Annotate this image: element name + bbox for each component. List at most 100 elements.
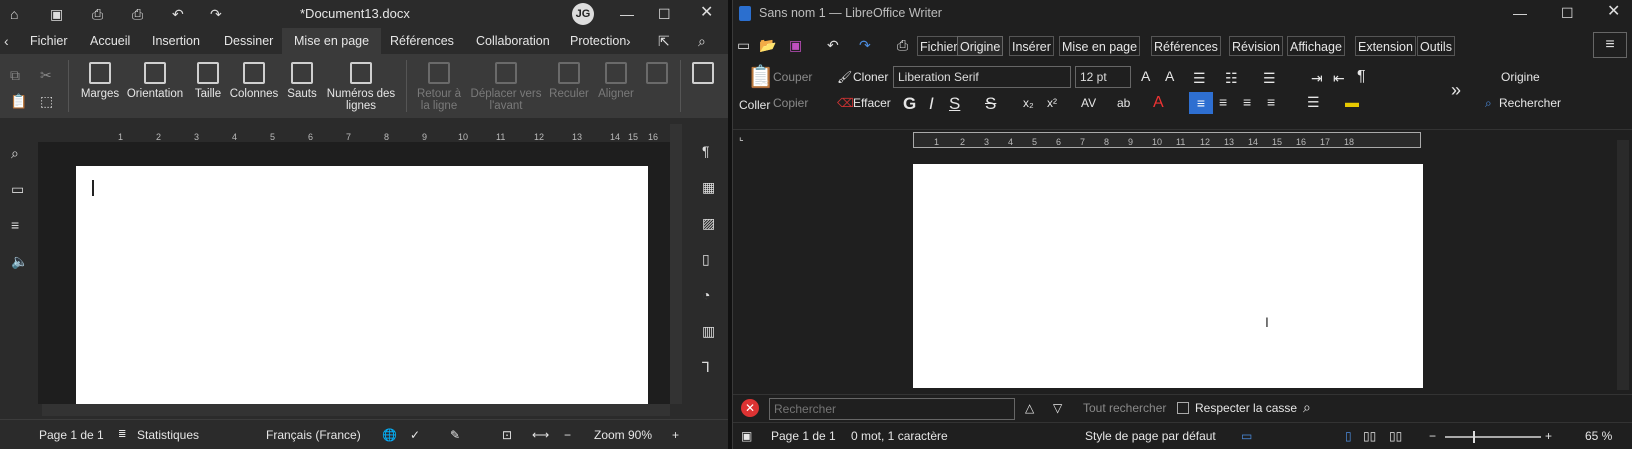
text-frame-button[interactable] (688, 62, 718, 88)
align-button[interactable]: Aligner (594, 62, 638, 100)
zoom-out-icon[interactable]: − (564, 420, 571, 449)
size-button[interactable]: Taille (190, 62, 226, 100)
comment-icon[interactable]: ▭ (11, 182, 24, 196)
find-previous-icon[interactable]: △ (1025, 401, 1034, 415)
cut-icon[interactable]: ✂ (759, 76, 769, 90)
indent-icon[interactable]: ⇥ (1311, 70, 1323, 87)
avatar[interactable]: JG (572, 3, 594, 25)
multi-page-view-icon[interactable]: ▯▯ (1363, 423, 1376, 449)
page-icon[interactable]: ▯ (702, 252, 710, 266)
tab-protection[interactable]: Protection (570, 28, 626, 54)
vertical-scrollbar[interactable] (670, 124, 682, 404)
chevron-left-icon[interactable]: ‹ (4, 34, 9, 48)
outdent-icon[interactable]: ⇤ (1333, 70, 1345, 87)
horizontal-ruler[interactable]: 1 2 3 4 5 6 7 8 9 10 11 12 13 14 15 16 (38, 128, 668, 142)
save-icon[interactable]: ▣ (50, 7, 63, 21)
columns-button[interactable]: Colonnes (228, 62, 280, 100)
cut-button[interactable]: Couper (773, 70, 812, 84)
fit-page-icon[interactable]: ⊡ (502, 420, 512, 449)
document-page[interactable]: I (913, 164, 1423, 388)
pilcrow-icon[interactable]: ¶ (702, 144, 710, 158)
close-icon[interactable]: ✕ (1607, 4, 1620, 20)
textart-icon[interactable]: Ꞁ (702, 360, 710, 374)
print-icon[interactable]: ⎙ (92, 7, 103, 21)
paste-button[interactable]: Coller (739, 98, 770, 112)
bold-button[interactable]: G (903, 94, 916, 114)
bullets-icon[interactable]: ☰ (1193, 70, 1206, 87)
tab-mise-en-page[interactable]: Mise en page (1059, 36, 1141, 56)
match-case-checkbox[interactable] (1177, 402, 1189, 414)
copy-button[interactable]: Copier (773, 96, 808, 110)
line-spacing-icon[interactable]: ☰ (1307, 94, 1320, 111)
globe-icon[interactable]: 🌐 (382, 420, 397, 449)
font-size-input[interactable]: 12 pt (1075, 66, 1131, 88)
page-style[interactable]: Style de page par défaut (1085, 423, 1216, 449)
chevron-right-icon[interactable]: › (626, 34, 631, 48)
image-icon[interactable]: ▨ (702, 216, 715, 230)
tab-dessiner[interactable]: Dessiner (224, 28, 273, 54)
send-back-button[interactable]: Reculer (546, 62, 592, 100)
orientation-button[interactable]: Orientation (126, 62, 184, 100)
copy-icon[interactable]: ⧉ (10, 68, 20, 82)
statistics-button[interactable]: Statistiques (137, 420, 199, 449)
speaker-icon[interactable]: 🔈 (11, 254, 28, 268)
redo-icon[interactable]: ↷ (210, 7, 222, 21)
zoom-slider[interactable] (1445, 431, 1541, 443)
find-next-icon[interactable]: ▽ (1053, 401, 1062, 415)
style-selector[interactable]: Origine (1501, 70, 1540, 84)
cut-icon[interactable]: ✂ (40, 68, 52, 82)
grow-font-icon[interactable]: A (1141, 68, 1150, 84)
more-icon[interactable]: » (1451, 80, 1461, 101)
strikethrough-button[interactable]: S (985, 94, 996, 114)
export-icon[interactable]: ⇱ (658, 34, 670, 48)
find-replace-icon[interactable]: ⌕ (1303, 399, 1311, 416)
wrap-button[interactable]: Retour à la ligne (414, 62, 464, 112)
single-page-view-icon[interactable]: ▯ (1345, 423, 1352, 449)
zoom-slider-thumb[interactable] (1473, 431, 1475, 443)
zoom-level[interactable]: Zoom 90% (594, 420, 652, 449)
superscript-icon[interactable]: x² (1047, 96, 1057, 110)
find-all-button[interactable]: Tout rechercher (1083, 401, 1166, 415)
find-input[interactable] (769, 398, 1015, 420)
formatting-marks-icon[interactable]: ¶ (1357, 68, 1366, 86)
tab-collaboration[interactable]: Collaboration (476, 28, 550, 54)
print-preview-icon[interactable]: ⎙ (132, 7, 143, 21)
font-color-icon[interactable]: A (1153, 94, 1164, 112)
tab-inserer[interactable]: Insérer (1009, 36, 1054, 56)
clone-button[interactable]: Cloner (853, 70, 888, 84)
search-icon[interactable]: ⌕ (1485, 96, 1492, 111)
numbering-icon[interactable]: ☷ (1225, 70, 1238, 87)
save-icon[interactable]: ▣ (789, 38, 802, 52)
selection-mode-icon[interactable]: ▭ (1241, 423, 1252, 449)
spellcheck-icon[interactable]: ✓ (410, 420, 420, 449)
outline-icon[interactable]: ≡ (11, 218, 19, 232)
tab-origine[interactable]: Origine (957, 36, 1004, 56)
maximize-icon[interactable]: ☐ (658, 7, 671, 21)
tab-fichier[interactable]: Fichier (30, 28, 68, 54)
bring-forward-button[interactable]: Déplacer vers l'avant (468, 62, 544, 112)
char-spacing-icon[interactable]: AV (1081, 96, 1096, 110)
font-name-input[interactable]: Liberation Serif (893, 66, 1071, 88)
print-icon[interactable]: ⎙ (897, 38, 908, 52)
tab-accueil[interactable]: Accueil (90, 28, 130, 54)
justify-icon[interactable]: ≡ (1267, 94, 1275, 110)
tab-references[interactable]: Références (1151, 36, 1221, 56)
shrink-font-icon[interactable]: A (1165, 68, 1174, 84)
search-icon[interactable]: ⌕ (698, 34, 706, 48)
horizontal-ruler[interactable]: 1 2 3 4 5 6 7 8 9 10 11 12 13 14 15 16 1… (913, 132, 1421, 148)
breaks-button[interactable]: Sauts (282, 62, 322, 100)
tab-extension[interactable]: Extension (1355, 36, 1416, 56)
search-button[interactable]: Rechercher (1499, 96, 1561, 110)
underline-button[interactable]: S (949, 94, 960, 114)
shape-icon[interactable]: ◔ (702, 288, 710, 302)
zoom-in-icon[interactable]: + (1545, 423, 1552, 449)
tab-insertion[interactable]: Insertion (152, 28, 200, 54)
tab-references[interactable]: Références (390, 28, 454, 54)
open-icon[interactable]: 📂 (759, 38, 776, 52)
highlight-icon[interactable]: ab (1117, 96, 1130, 110)
stats-icon[interactable]: ≣ (118, 420, 126, 449)
select-icon[interactable]: ⬚ (40, 94, 53, 108)
clear-button[interactable]: Effacer (853, 96, 891, 110)
undo-icon[interactable]: ↶ (827, 38, 839, 52)
align-center-icon[interactable]: ≡ (1219, 94, 1227, 110)
